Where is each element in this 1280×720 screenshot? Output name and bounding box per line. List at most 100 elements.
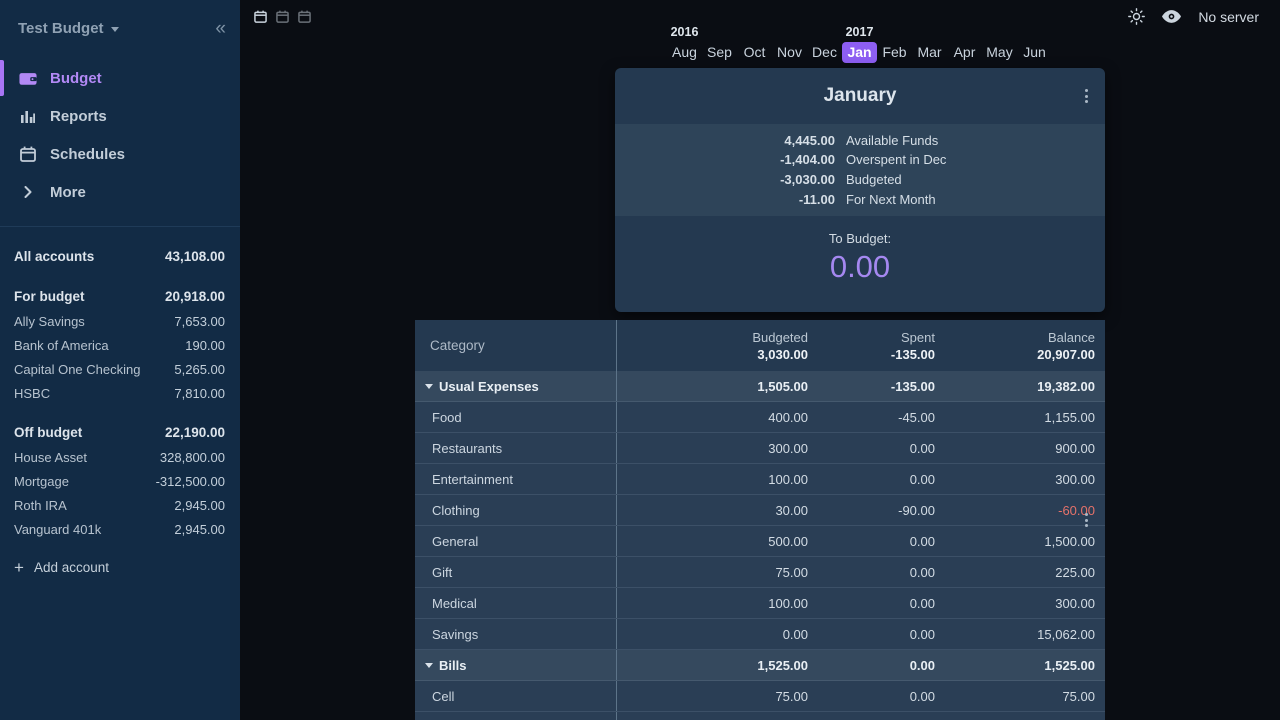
budgeted-cell[interactable]: 0.00 xyxy=(617,619,813,649)
account-group-balance: 20,918.00 xyxy=(165,289,225,304)
account-group-header-off-budget[interactable]: Off budget22,190.00 xyxy=(0,419,240,445)
spent-cell[interactable]: -90.00 xyxy=(813,495,940,525)
month-feb[interactable]: Feb xyxy=(877,42,912,63)
month-nov[interactable]: Nov xyxy=(772,42,807,63)
spent-cell[interactable]: -135.00 xyxy=(813,371,940,401)
theme-toggle-button[interactable] xyxy=(1128,8,1145,25)
spent-cell[interactable]: 0.00 xyxy=(813,557,940,587)
account-balance: 2,945.00 xyxy=(174,498,225,513)
month-mar[interactable]: Mar xyxy=(912,42,947,63)
category-name[interactable]: Medical xyxy=(415,588,617,618)
sidebar-account-mortgage[interactable]: Mortgage-312,500.00 xyxy=(0,469,240,493)
budgeted-cell[interactable]: 500.00 xyxy=(617,526,813,556)
sidebar-header: Test Budget « xyxy=(0,0,240,56)
sidebar-account-roth-ira[interactable]: Roth IRA2,945.00 xyxy=(0,493,240,517)
to-budget-amount[interactable]: 0.00 xyxy=(615,249,1105,285)
budgeted-cell[interactable]: 100.00 xyxy=(617,588,813,618)
table-row-partial xyxy=(415,712,1105,720)
month-menu-button[interactable] xyxy=(1085,89,1088,103)
category-name[interactable]: Restaurants xyxy=(415,433,617,463)
month-jun[interactable]: Jun xyxy=(1017,42,1052,63)
month-may[interactable]: May xyxy=(982,42,1017,63)
sidebar-account-bank-of-america[interactable]: Bank of America190.00 xyxy=(0,333,240,357)
category-name[interactable]: Food xyxy=(415,402,617,432)
budgeted-cell[interactable]: 1,505.00 xyxy=(617,371,813,401)
sidebar-account-ally-savings[interactable]: Ally Savings7,653.00 xyxy=(0,309,240,333)
budget-table-header: Category Budgeted3,030.00Spent-135.00Bal… xyxy=(415,320,1105,371)
budgeted-cell[interactable]: 30.00 xyxy=(617,495,813,525)
month-sep[interactable]: Sep xyxy=(702,42,737,63)
all-accounts-label: All accounts xyxy=(14,249,94,264)
calendar-icon xyxy=(298,10,311,23)
category-name[interactable]: Savings xyxy=(415,619,617,649)
month-apr[interactable]: Apr xyxy=(947,42,982,63)
expand-triangle-icon[interactable] xyxy=(425,384,433,389)
fund-amount: -3,030.00 xyxy=(615,170,835,190)
privacy-toggle-button[interactable] xyxy=(1162,10,1181,23)
sidebar-item-budget[interactable]: Budget xyxy=(0,59,240,97)
month-jan[interactable]: Jan xyxy=(842,42,877,63)
budgeted-cell[interactable]: 400.00 xyxy=(617,402,813,432)
month-card-header: January xyxy=(615,68,1105,124)
spent-cell[interactable]: 0.00 xyxy=(813,650,940,680)
to-budget-section: To Budget: 0.00 xyxy=(615,216,1105,312)
bar-chart-icon xyxy=(18,109,37,124)
account-group-header-for-budget[interactable]: For budget20,918.00 xyxy=(0,283,240,309)
sidebar: Test Budget « BudgetReportsSchedulesMore… xyxy=(0,0,240,720)
category-row-clothing: Clothing30.00-90.00-60.00 xyxy=(415,495,1105,526)
expand-triangle-icon[interactable] xyxy=(425,663,433,668)
sidebar-collapse-button[interactable]: « xyxy=(215,19,226,38)
three-month-view-button[interactable] xyxy=(298,10,311,23)
budgeted-cell[interactable]: 100.00 xyxy=(617,464,813,494)
sidebar-account-hsbc[interactable]: HSBC7,810.00 xyxy=(0,381,240,405)
budgeted-cell[interactable]: 1,525.00 xyxy=(617,650,813,680)
category-row-restaurants: Restaurants300.000.00900.00 xyxy=(415,433,1105,464)
sidebar-account-vanguard-401k[interactable]: Vanguard 401k2,945.00 xyxy=(0,517,240,541)
spent-cell[interactable]: 0.00 xyxy=(813,588,940,618)
add-account-label: Add account xyxy=(34,560,109,575)
month-dec[interactable]: Dec xyxy=(807,42,842,63)
spent-cell[interactable]: 0.00 xyxy=(813,619,940,649)
add-account-button[interactable]: + Add account xyxy=(0,559,240,576)
spent-cell[interactable]: 0.00 xyxy=(813,526,940,556)
two-month-view-button[interactable] xyxy=(276,10,289,23)
budget-file-dropdown[interactable]: Test Budget xyxy=(18,20,119,37)
row-amounts: 400.00-45.001,155.00 xyxy=(617,402,1105,432)
one-month-view-button[interactable] xyxy=(254,10,267,23)
sidebar-item-reports[interactable]: Reports xyxy=(0,97,240,135)
sidebar-item-all-accounts[interactable]: All accounts 43,108.00 xyxy=(0,243,240,269)
category-row-food: Food400.00-45.001,155.00 xyxy=(415,402,1105,433)
calendar-icon xyxy=(276,10,289,23)
month-oct[interactable]: Oct xyxy=(737,42,772,63)
spent-cell[interactable]: 0.00 xyxy=(813,464,940,494)
sidebar-item-schedules[interactable]: Schedules xyxy=(0,135,240,173)
row-amounts: 30.00-90.00-60.00 xyxy=(617,495,1105,525)
eye-icon xyxy=(1162,10,1181,23)
sidebar-item-more[interactable]: More xyxy=(0,173,240,211)
spent-cell[interactable]: 0.00 xyxy=(813,681,940,711)
month-summary-card: January 4,445.00Available Funds-1,404.00… xyxy=(615,68,1105,312)
sidebar-account-capital-one-checking[interactable]: Capital One Checking5,265.00 xyxy=(0,357,240,381)
category-menu-button[interactable] xyxy=(1085,513,1088,527)
group-name[interactable]: Usual Expenses xyxy=(415,371,617,401)
category-name[interactable]: Cell xyxy=(415,681,617,711)
account-name: Mortgage xyxy=(14,474,69,489)
account-balance: 7,810.00 xyxy=(174,386,225,401)
category-name[interactable]: General xyxy=(415,526,617,556)
category-name[interactable]: Gift xyxy=(415,557,617,587)
server-status-button[interactable]: No server xyxy=(1198,9,1259,25)
category-name[interactable]: Clothing xyxy=(415,495,617,525)
spent-cell[interactable]: 0.00 xyxy=(813,433,940,463)
budgeted-cell[interactable]: 75.00 xyxy=(617,557,813,587)
group-name[interactable]: Bills xyxy=(415,650,617,680)
budgeted-cell[interactable]: 75.00 xyxy=(617,681,813,711)
sidebar-account-house-asset[interactable]: House Asset328,800.00 xyxy=(0,445,240,469)
category-name[interactable]: Entertainment xyxy=(415,464,617,494)
fund-amount: 4,445.00 xyxy=(615,131,835,151)
month-count-switcher xyxy=(254,10,311,23)
row-amounts: 1,525.000.001,525.00 xyxy=(617,650,1105,680)
month-aug[interactable]: Aug xyxy=(667,42,702,63)
spent-cell[interactable]: -45.00 xyxy=(813,402,940,432)
budgeted-cell[interactable]: 300.00 xyxy=(617,433,813,463)
fund-amount: -1,404.00 xyxy=(615,150,835,170)
